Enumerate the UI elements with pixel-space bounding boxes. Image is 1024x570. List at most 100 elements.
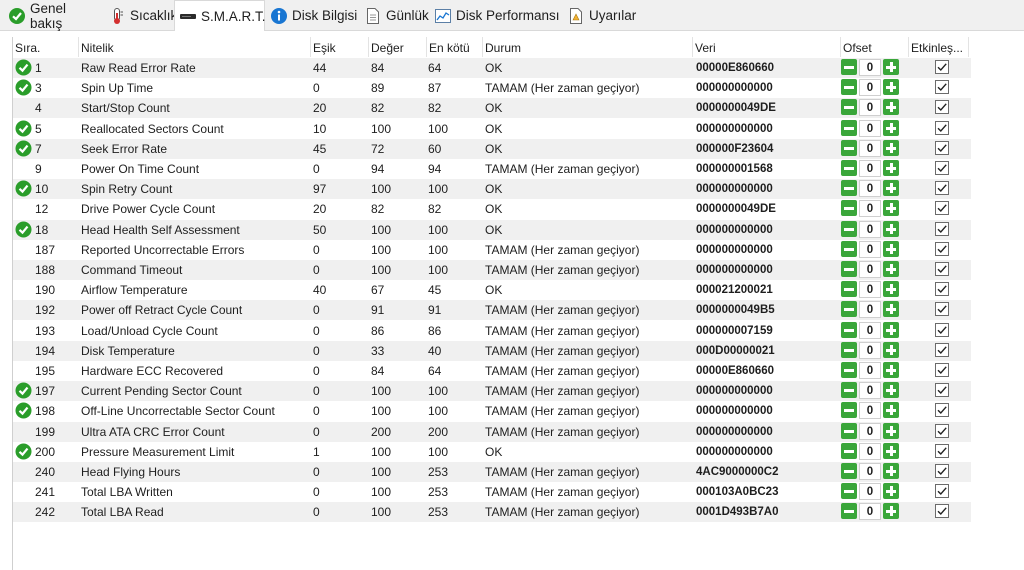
table-row[interactable]: 195 Hardware ECC Recovered 0 84 64 TAMAM (Her… (13, 361, 971, 381)
offset-increase-button[interactable] (883, 321, 899, 338)
offset-increase-button[interactable] (883, 503, 899, 520)
enabled-checkbox[interactable] (935, 383, 949, 398)
table-row[interactable]: 241 Total LBA Written 0 100 253 TAMAM (Her za… (13, 482, 971, 502)
offset-value[interactable]: 0 (859, 341, 881, 359)
table-row[interactable]: 1 Raw Read Error Rate 44 84 64 OK 00000E860660… (13, 58, 971, 78)
offset-value[interactable]: 0 (859, 180, 881, 198)
offset-stepper[interactable]: 0 (841, 240, 903, 259)
offset-decrease-button[interactable] (841, 79, 857, 96)
offset-value[interactable]: 0 (859, 422, 881, 440)
table-row[interactable]: 240 Head Flying Hours 0 100 253 TAMAM (Her za… (13, 462, 971, 482)
enabled-checkbox[interactable] (935, 484, 949, 499)
enabled-checkbox[interactable] (935, 342, 949, 357)
offset-value[interactable]: 0 (859, 139, 881, 157)
offset-stepper[interactable]: 0 (841, 139, 903, 158)
offset-value[interactable]: 0 (859, 362, 881, 379)
offset-increase-button[interactable] (883, 160, 899, 176)
enabled-checkbox[interactable] (935, 120, 949, 135)
tab-log[interactable]: Günlük (360, 2, 430, 29)
offset-decrease-button[interactable] (841, 200, 857, 217)
offset-stepper[interactable]: 0 (841, 301, 903, 319)
column-header-enabled[interactable]: Etkinleş... (909, 37, 969, 57)
offset-increase-button[interactable] (883, 463, 899, 479)
offset-stepper[interactable]: 0 (841, 503, 903, 521)
column-header-data[interactable]: Veri (693, 37, 841, 57)
table-row[interactable]: 197 Current Pending Sector Count 0 100 100 TA… (13, 381, 971, 402)
enabled-checkbox[interactable] (935, 241, 949, 256)
enabled-checkbox[interactable] (935, 140, 949, 155)
offset-stepper[interactable]: 0 (841, 281, 903, 299)
table-row[interactable]: 12 Drive Power Cycle Count 20 82 82 OK 0000000… (13, 199, 971, 219)
offset-value[interactable]: 0 (859, 402, 881, 420)
offset-decrease-button[interactable] (841, 261, 857, 277)
offset-value[interactable]: 0 (859, 503, 881, 521)
offset-value[interactable]: 0 (859, 463, 881, 480)
offset-increase-button[interactable] (883, 99, 899, 116)
enabled-checkbox[interactable] (935, 161, 949, 175)
offset-decrease-button[interactable] (841, 422, 857, 439)
offset-increase-button[interactable] (883, 301, 899, 318)
offset-increase-button[interactable] (883, 240, 899, 257)
offset-decrease-button[interactable] (841, 139, 857, 156)
offset-value[interactable]: 0 (859, 99, 881, 117)
offset-stepper[interactable]: 0 (841, 119, 903, 138)
offset-decrease-button[interactable] (841, 483, 857, 500)
offset-increase-button[interactable] (883, 139, 899, 156)
offset-stepper[interactable]: 0 (841, 362, 903, 380)
table-row[interactable]: 187 Reported Uncorrectable Errors 0 100 100 T… (13, 240, 971, 260)
enabled-checkbox[interactable] (935, 464, 949, 478)
offset-value[interactable]: 0 (859, 442, 881, 460)
enabled-checkbox[interactable] (935, 201, 949, 216)
offset-stepper[interactable]: 0 (841, 402, 903, 420)
offset-increase-button[interactable] (883, 59, 899, 75)
offset-decrease-button[interactable] (841, 180, 857, 197)
tab-smart[interactable]: S.M.A.R.T. (174, 0, 266, 31)
table-row[interactable]: 242 Total LBA Read 0 100 253 TAMAM (Her zaman… (13, 502, 971, 523)
offset-increase-button[interactable] (883, 220, 899, 237)
offset-stepper[interactable]: 0 (841, 382, 903, 400)
table-row[interactable]: 198 Off-Line Uncorrectable Sector Count 0 1… (13, 401, 971, 421)
offset-increase-button[interactable] (883, 483, 899, 500)
offset-stepper[interactable]: 0 (841, 442, 903, 461)
offset-decrease-button[interactable] (841, 463, 857, 479)
enabled-checkbox[interactable] (935, 60, 949, 74)
offset-value[interactable]: 0 (859, 382, 881, 400)
offset-decrease-button[interactable] (841, 321, 857, 338)
enabled-checkbox[interactable] (935, 423, 949, 438)
offset-increase-button[interactable] (883, 362, 899, 378)
offset-decrease-button[interactable] (841, 59, 857, 75)
offset-value[interactable]: 0 (859, 79, 881, 97)
offset-stepper[interactable]: 0 (841, 220, 903, 239)
enabled-checkbox[interactable] (935, 504, 949, 519)
offset-increase-button[interactable] (883, 422, 899, 439)
offset-decrease-button[interactable] (841, 281, 857, 298)
offset-value[interactable]: 0 (859, 321, 881, 339)
offset-increase-button[interactable] (883, 442, 899, 459)
offset-stepper[interactable]: 0 (841, 341, 903, 360)
tab-alerts[interactable]: Uyarılar (563, 2, 636, 29)
table-row[interactable]: 200 Pressure Measurement Limit 1 100 100 OK 00… (13, 442, 971, 462)
offset-stepper[interactable]: 0 (841, 79, 903, 97)
offset-decrease-button[interactable] (841, 503, 857, 520)
offset-decrease-button[interactable] (841, 442, 857, 459)
enabled-checkbox[interactable] (935, 221, 949, 236)
offset-decrease-button[interactable] (841, 402, 857, 419)
column-header-threshold[interactable]: Eşik (311, 37, 369, 57)
table-row[interactable]: 5 Reallocated Sectors Count 10 100 100 OK 0000… (13, 119, 971, 139)
table-row[interactable]: 9 Power On Time Count 0 94 94 TAMAM (Her zama… (13, 159, 971, 179)
offset-value[interactable]: 0 (859, 220, 881, 238)
offset-stepper[interactable]: 0 (841, 422, 903, 441)
offset-increase-button[interactable] (883, 382, 899, 399)
offset-decrease-button[interactable] (841, 382, 857, 399)
enabled-checkbox[interactable] (935, 443, 949, 458)
offset-decrease-button[interactable] (841, 119, 857, 136)
offset-decrease-button[interactable] (841, 301, 857, 318)
table-row[interactable]: 190 Airflow Temperature 40 67 45 OK 0000212000… (13, 280, 971, 300)
enabled-checkbox[interactable] (935, 262, 949, 276)
offset-increase-button[interactable] (883, 341, 899, 358)
tab-disk-info[interactable]: Disk Bilgisi (266, 2, 360, 29)
enabled-checkbox[interactable] (935, 100, 949, 115)
offset-value[interactable]: 0 (859, 200, 881, 218)
column-header-attribute[interactable]: Nitelik (79, 37, 311, 57)
offset-decrease-button[interactable] (841, 362, 857, 378)
